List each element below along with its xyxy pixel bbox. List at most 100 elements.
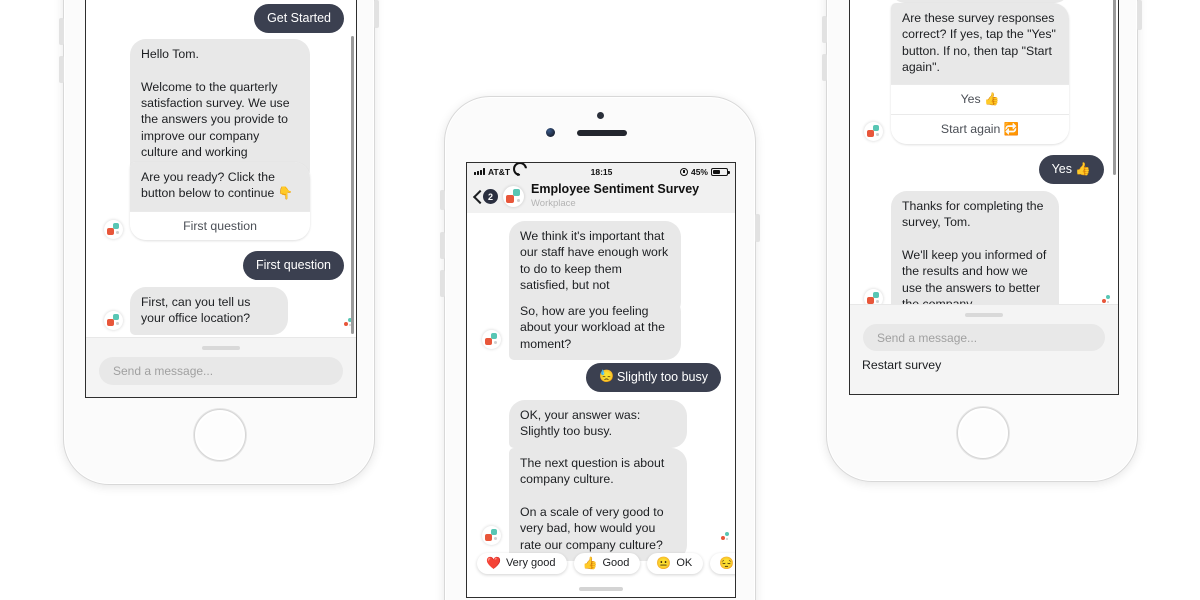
phone-middle-volume-down-button[interactable] (440, 270, 445, 297)
chat-title: Employee Sentiment Survey (531, 182, 700, 197)
avatar-grey-square (116, 231, 119, 234)
message-row-in: OK, your answer was: Slightly too busy. (509, 400, 687, 448)
neutral-face-emoji-icon: 😐 (656, 556, 672, 570)
avatar-orange-square (506, 195, 514, 203)
avatar-grey-square (1107, 301, 1109, 303)
avatar-orange-square (107, 319, 114, 326)
message-card-with-buttons: Are these survey responses correct? If y… (891, 3, 1069, 145)
restart-survey-menu-item[interactable]: Restart survey (862, 358, 941, 372)
avatar-orange-square (485, 338, 492, 345)
chat-scrollbar[interactable] (351, 36, 354, 334)
avatar-teal-square (513, 189, 520, 196)
avatar-orange-square (867, 130, 874, 137)
phone-middle-volume-up-button[interactable] (440, 232, 445, 259)
send-message-placeholder: Send a message... (113, 364, 214, 378)
screenshot-canvas: Get Started Hello Tom. Welcome to the qu… (0, 0, 1200, 600)
message-text: Slightly too busy (616, 370, 708, 384)
carrier-label: AT&T (488, 166, 511, 177)
avatar-orange-square (485, 534, 492, 541)
composer-bar: Send a message... Restart survey (850, 304, 1118, 394)
message-bubble-in: First, can you tell us your office locat… (130, 287, 288, 335)
bot-avatar (864, 122, 883, 141)
message-bubble-out[interactable]: 😓 Slightly too busy (586, 363, 721, 393)
avatar-teal-square (873, 292, 879, 298)
chat-header: 2 Employee Sentiment Survey Workplace (467, 180, 735, 213)
phone-left-power-button[interactable] (374, 0, 379, 28)
phone-left-chat: Get Started Hello Tom. Welcome to the qu… (86, 0, 356, 397)
sweat-emoji-icon: 😓 (599, 369, 614, 384)
card-text: Are these survey responses correct? If y… (891, 3, 1069, 85)
phone-middle-power-button[interactable] (755, 214, 760, 242)
chat-header-avatar[interactable] (503, 186, 524, 207)
message-card-with-button: Are you ready? Click the button below to… (130, 162, 310, 240)
send-message-input[interactable]: Send a message... (99, 357, 343, 385)
bot-avatar (482, 526, 501, 545)
avatar-grey-square (494, 341, 497, 344)
drag-handle[interactable] (965, 313, 1003, 317)
message-row-in: Thanks for completing the survey, Tom. W… (891, 191, 1059, 321)
message-row-out: First question (96, 251, 344, 281)
avatar-teal-square (725, 532, 729, 536)
avatar-orange-square (107, 228, 114, 235)
message-bubble-out[interactable]: Yes 👍 (1038, 155, 1104, 185)
avatar-grey-square (494, 537, 497, 540)
avatar-orange-square (867, 297, 874, 304)
back-chevron-icon[interactable] (473, 190, 482, 204)
phone-middle-camera-icon (597, 112, 604, 119)
message-bubble-out[interactable]: First question (242, 251, 344, 281)
avatar-grey-square (876, 133, 879, 136)
quick-reply-label: Very good (505, 557, 556, 569)
phone-right-volume-up-button[interactable] (822, 16, 827, 43)
quick-reply-ok[interactable]: 😐 OK (647, 553, 704, 574)
quick-reply-sad[interactable]: 😔 (710, 553, 735, 574)
phone-left-home-button[interactable] (194, 409, 246, 461)
avatar-orange-square (721, 536, 725, 540)
message-row-out: Yes 👍 (860, 155, 1104, 185)
first-question-button[interactable]: First question (130, 210, 310, 240)
card-text: Are you ready? Click the button below to… (130, 162, 310, 211)
send-message-input[interactable]: Send a message... (863, 324, 1105, 351)
avatar-orange-square (1102, 299, 1106, 303)
message-row-out: Get Started (96, 4, 344, 34)
phone-middle-earpiece-speaker (577, 130, 627, 136)
phone-left-volume-up-button[interactable] (59, 18, 64, 45)
message-bubble-out[interactable]: Get Started (254, 4, 344, 34)
drag-handle[interactable] (202, 346, 240, 350)
yes-button[interactable]: Yes 👍 (891, 84, 1069, 115)
avatar-teal-square (1106, 295, 1110, 299)
phone-right-home-button[interactable] (957, 407, 1009, 459)
signal-bars-icon (474, 168, 485, 175)
thumbs-up-emoji-icon: 👍 (582, 556, 598, 570)
message-row-in: So, how are you feeling about your workl… (509, 296, 681, 361)
avatar-teal-square (491, 529, 497, 535)
phone-right-volume-down-button[interactable] (822, 54, 827, 81)
bot-avatar (482, 330, 501, 349)
send-message-placeholder: Send a message... (877, 330, 978, 345)
rotation-lock-icon (679, 167, 688, 176)
avatar-grey-square (726, 538, 728, 540)
bot-avatar-mini (720, 532, 730, 542)
phone-left-volume-down-button[interactable] (59, 56, 64, 83)
quick-reply-label: Good (602, 557, 630, 569)
avatar-grey-square (876, 300, 879, 303)
home-indicator (579, 587, 623, 591)
bot-avatar (104, 311, 123, 330)
phone-right-power-button[interactable] (1137, 0, 1142, 30)
quick-reply-good[interactable]: 👍 Good (573, 553, 641, 574)
avatar-teal-square (491, 333, 497, 339)
status-bar: AT&T 18:15 45% (467, 163, 735, 180)
phone-middle-screen: AT&T 18:15 45% 2 Employee Sentiment Surv… (466, 162, 736, 598)
chat-scrollbar[interactable] (1113, 0, 1116, 175)
avatar-teal-square (873, 125, 879, 131)
composer-bar: Send a message... (86, 337, 356, 397)
message-row-out: 😓 Slightly too busy (477, 363, 721, 393)
start-again-button[interactable]: Start again 🔁 (891, 114, 1069, 145)
phone-middle-silent-switch[interactable] (440, 190, 445, 210)
avatar-grey-square (517, 199, 520, 202)
chat-subtitle: Workplace (531, 198, 576, 210)
phone-middle-sensor-icon (546, 128, 555, 137)
avatar-grey-square (116, 322, 119, 325)
message-row-in: First, can you tell us your office locat… (130, 287, 288, 335)
phone-right-screen: Are these survey responses correct? If y… (849, 0, 1119, 395)
quick-reply-very-good[interactable]: ❤️ Very good (477, 553, 567, 574)
